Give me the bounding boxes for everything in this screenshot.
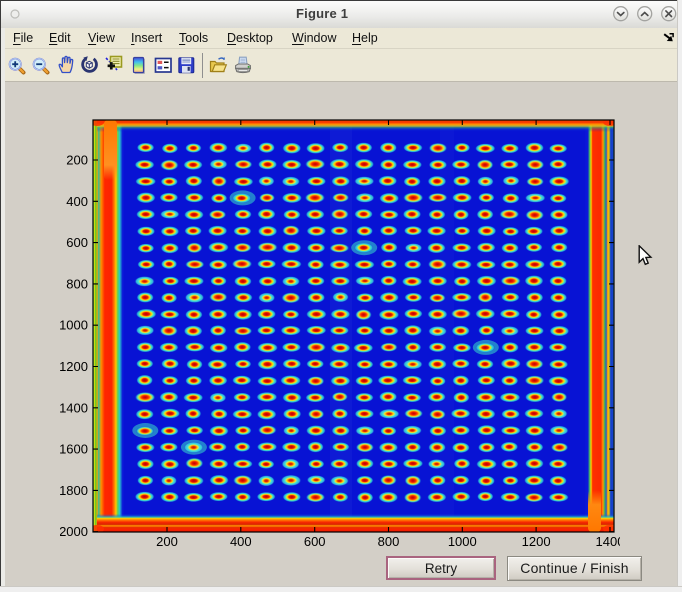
svg-text:600: 600 (304, 534, 326, 549)
svg-text:200: 200 (156, 534, 178, 549)
svg-text:1800: 1800 (60, 483, 88, 498)
svg-text:1000: 1000 (448, 534, 477, 549)
svg-text:2000: 2000 (60, 524, 88, 539)
svg-text:1400: 1400 (60, 400, 88, 415)
svg-text:800: 800 (378, 534, 400, 549)
svg-text:1400: 1400 (596, 534, 620, 549)
svg-text:400: 400 (66, 194, 88, 209)
svg-text:200: 200 (66, 153, 88, 168)
svg-text:400: 400 (230, 534, 252, 549)
svg-text:1200: 1200 (60, 359, 88, 374)
svg-text:1600: 1600 (60, 442, 88, 457)
svg-text:1000: 1000 (60, 318, 88, 333)
svg-text:800: 800 (66, 276, 88, 291)
svg-text:1200: 1200 (522, 534, 551, 549)
svg-text:600: 600 (66, 235, 88, 250)
